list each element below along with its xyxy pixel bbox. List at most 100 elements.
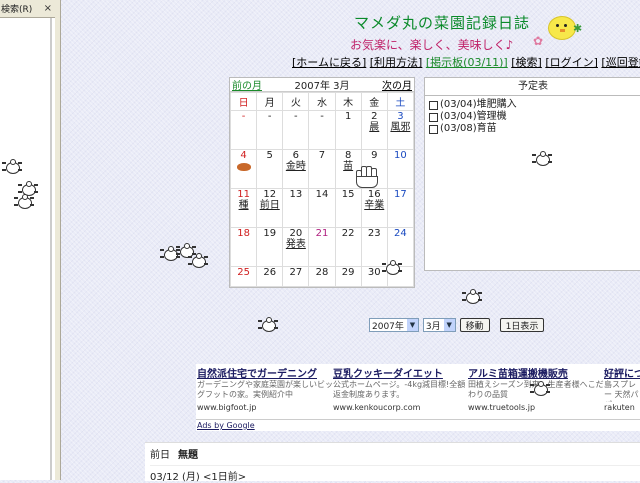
day-number: 3 [397, 111, 404, 122]
weekday-mon: 月 [256, 92, 284, 111]
ad-title[interactable]: 好評につき [604, 365, 640, 380]
schedule-item: (03/04)堆肥購入 [429, 99, 640, 111]
ad-url[interactable]: www.truetools.jp [468, 403, 606, 412]
day-event-link[interactable]: 辛業 [362, 200, 387, 211]
chevron-down-icon[interactable]: ▼ [443, 319, 455, 331]
day-event-link[interactable]: 金時 [283, 161, 308, 172]
calendar-day[interactable]: 21 [308, 227, 336, 267]
hand-cursor-icon [352, 162, 380, 188]
schedule-item: (03/04)管理機 [429, 111, 640, 123]
calendar-day[interactable]: 29 [334, 266, 362, 287]
day-number: 17 [394, 189, 407, 200]
calendar-day[interactable]: - [256, 110, 284, 150]
schedule-item-label: (03/04)堆肥購入 [440, 99, 517, 110]
search-pane-label: 検索(R) [1, 5, 33, 15]
calendar-day[interactable]: 5 [256, 149, 284, 189]
day-number: 12 [263, 189, 277, 200]
day-event-link[interactable]: 風邪 [388, 122, 413, 133]
day-event-link[interactable]: 種 [231, 200, 256, 211]
weekday-sun: 日 [229, 92, 258, 111]
calendar-day[interactable]: 22 [334, 227, 362, 267]
prev-month-link[interactable]: 前の月 [232, 77, 262, 92]
day-number: 13 [289, 189, 303, 200]
calendar: 前の月 2007年 3月 次の月 日 月 火 水 木 金 土 ----12晨3風… [229, 77, 415, 288]
calendar-day[interactable]: 6 金時 [282, 149, 310, 189]
day-event-link[interactable]: 晨 [362, 122, 387, 133]
day-number: 9 [371, 150, 378, 161]
day-number: 22 [341, 228, 355, 239]
calendar-day[interactable]: 3 風邪 [386, 110, 415, 150]
calendar-week: 4 5 6 金時 7 8 苗 9 10 [229, 149, 415, 189]
ads-by-google-link[interactable]: Ads by Google [197, 421, 255, 430]
calendar-day[interactable]: 14 [308, 188, 336, 228]
day-number: - [294, 111, 298, 122]
calendar-day[interactable]: 2晨 [360, 110, 388, 150]
ad-title[interactable]: アルミ苗箱運搬機販売 [468, 365, 606, 380]
calendar-day[interactable]: 26 [256, 266, 284, 287]
pane-splitter[interactable] [55, 0, 61, 480]
top-nav: [ホームに戻る] [利用方法] [掲示板(03/11)] [検索] [ログイン]… [292, 54, 640, 70]
day-event-link[interactable]: 前日 [257, 200, 282, 211]
calendar-day[interactable]: 20 発表 [282, 227, 310, 267]
weekday-thu: 木 [334, 92, 362, 111]
nav-bbs[interactable]: [掲示板(03/11)] [426, 56, 508, 69]
calendar-day[interactable]: 15 [334, 188, 362, 228]
flower-icon: ✿ [533, 34, 544, 48]
close-icon[interactable]: × [44, 3, 52, 14]
day-event-link[interactable]: 発表 [283, 239, 308, 250]
ads-by-google: Ads by Google [196, 419, 640, 431]
calendar-day[interactable]: 1 [334, 110, 362, 150]
day-number: 2 [371, 111, 378, 122]
day-number: 19 [263, 228, 277, 239]
site-subtitle: お気楽に、楽しく、美味しく♪ [350, 38, 514, 52]
nav-login[interactable]: [ログイン] [545, 56, 598, 69]
calendar-day[interactable]: 11 種 [229, 188, 258, 228]
calendar-day[interactable]: 13 [282, 188, 310, 228]
calendar-day[interactable]: - [308, 110, 336, 150]
nav-howto[interactable]: [利用方法] [370, 56, 423, 69]
calendar-day[interactable]: 16 辛業 [360, 188, 388, 228]
next-month-link[interactable]: 次の月 [382, 77, 412, 92]
ad-title[interactable]: 豆乳クッキーダイエット [333, 365, 471, 380]
schedule-checkbox[interactable] [429, 100, 438, 110]
calendar-day[interactable]: - [282, 110, 310, 150]
nav-register[interactable]: [巡回登録 [601, 56, 640, 69]
ad-item[interactable]: 豆乳クッキーダイエット 公式ホームページ。-4kg減目標!全額返金制度あります。… [333, 365, 471, 412]
schedule-checkbox[interactable] [429, 124, 438, 134]
calendar-day[interactable]: 28 [308, 266, 336, 287]
nav-home[interactable]: [ホームに戻る] [292, 56, 366, 69]
calendar-day[interactable]: 4 [229, 149, 258, 189]
calendar-day[interactable]: 17 [386, 188, 415, 228]
sprout-icon: ✱ [573, 22, 583, 35]
ad-url[interactable]: www.bigfoot.jp [197, 403, 335, 412]
calendar-day[interactable]: - [229, 110, 258, 150]
calendar-month: 2007年 3月 [294, 81, 350, 92]
ad-url[interactable]: rakuten [604, 403, 640, 412]
diary-section: 前日 無題 03/12 (月) <1日前> [145, 442, 640, 483]
weekday-sat: 土 [386, 92, 415, 111]
calendar-day[interactable]: 12 前日 [256, 188, 284, 228]
year-select[interactable]: 2007年 ▼ [369, 318, 419, 332]
calendar-day[interactable]: 7 [308, 149, 336, 189]
calendar-day[interactable]: 18 [229, 227, 258, 267]
calendar-day[interactable]: 25 [229, 266, 258, 287]
schedule-item-label: (03/08)育苗 [440, 123, 497, 134]
move-button[interactable]: 移動 [459, 318, 490, 332]
calendar-day[interactable]: 19 [256, 227, 284, 267]
ad-title[interactable]: 自然派住宅でガーデニング [197, 365, 335, 380]
schedule-checkbox[interactable] [429, 112, 438, 122]
calendar-week: 11 種 12 前日 13 14 15 16 辛業 17 [229, 188, 415, 228]
bug-sprite-icon [2, 158, 22, 176]
day-number: 25 [237, 267, 250, 278]
weekday-wed: 水 [308, 92, 336, 111]
nav-search[interactable]: [検索] [511, 56, 542, 69]
one-day-view-button[interactable]: 1日表示 [499, 318, 545, 332]
month-select[interactable]: 3月 ▼ [422, 318, 456, 332]
ad-url[interactable]: www.kenkoucorp.com [333, 403, 471, 412]
chevron-down-icon[interactable]: ▼ [406, 319, 418, 331]
calendar-day[interactable]: 27 [282, 266, 310, 287]
ad-item[interactable]: 好評につき 島スプレー 天然パパ rakuten [604, 365, 640, 412]
ad-item[interactable]: 自然派住宅でガーデニング ガーデニングや家庭菜園が楽しいビッグフットの家。実例紹… [197, 365, 335, 412]
calendar-day[interactable]: 10 [386, 149, 415, 189]
diary-date-nav[interactable]: 03/12 (月) <1日前> [150, 465, 640, 483]
